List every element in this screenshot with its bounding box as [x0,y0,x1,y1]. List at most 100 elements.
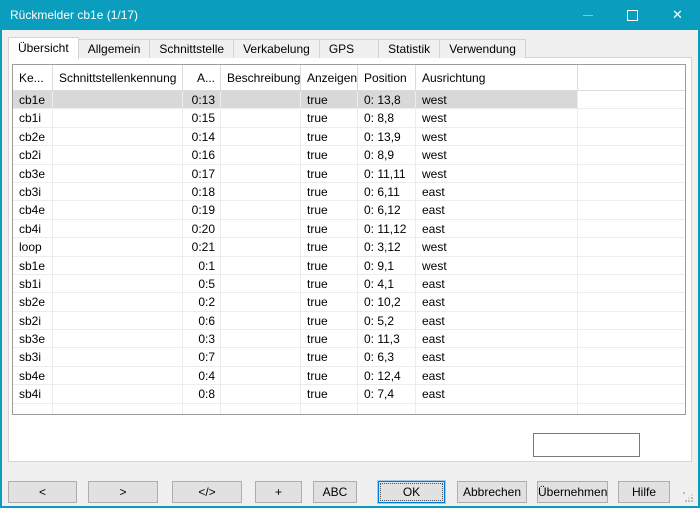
table-cell [53,165,183,183]
table-cell [221,293,301,311]
table-cell: true [301,257,358,275]
table-cell: east [416,183,578,201]
table-cell: 0:1 [183,257,221,275]
table-cell: true [301,165,358,183]
tab-allgemein[interactable]: Allgemein [78,39,151,58]
cancel-button[interactable]: Abbrechen [457,481,527,503]
table-cell: 0: 13,9 [358,128,416,146]
table-row[interactable]: cb4i0:20true0: 11,12east [13,220,685,238]
table-row[interactable]: cb3i0:18true0: 6,11east [13,183,685,201]
table-cell-filler [578,201,685,219]
table-cell-filler [578,330,685,348]
dialog-window: Rückmelder cb1e (1/17) ✕ ÜbersichtAllgem… [0,0,700,508]
close-button[interactable]: ✕ [655,0,700,30]
apply-button[interactable]: Übernehmen [537,481,608,503]
table-header: Ke...SchnittstellenkennungA...Beschreibu… [13,65,685,91]
documentation-input[interactable] [533,433,640,457]
abc-button[interactable]: ABC [313,481,357,503]
table-cell: 0: 3,12 [358,238,416,256]
table-cell: 0:20 [183,220,221,238]
table-row[interactable]: sb1i0:5true0: 4,1east [13,275,685,293]
table-cell: cb3e [13,165,53,183]
column-header[interactable]: Ke... [13,65,53,90]
ok-button[interactable]: OK [378,481,445,503]
table-cell: east [416,348,578,366]
table-row[interactable]: sb1e0:1true0: 9,1west [13,257,685,275]
table-cell: true [301,201,358,219]
table-cell: 0: 11,3 [358,330,416,348]
tab-statistik[interactable]: Statistik [378,39,440,58]
tab-uebersicht[interactable]: Übersicht [8,37,79,59]
table-cell: true [301,183,358,201]
table-cell: 0: 6,11 [358,183,416,201]
table-row[interactable]: sb2i0:6true0: 5,2east [13,312,685,330]
table-cell: 0:5 [183,275,221,293]
table-cell: sb1e [13,257,53,275]
table-cell [53,348,183,366]
table-row[interactable]: sb2e0:2true0: 10,2east [13,293,685,311]
table-cell-filler [578,146,685,164]
table-cell [53,183,183,201]
close-icon: ✕ [672,7,683,23]
table-cell-filler [578,385,685,403]
code-view-button[interactable]: </> [172,481,242,503]
table-cell: true [301,385,358,403]
table-cell: cb3i [13,183,53,201]
column-header[interactable]: Position [358,65,416,90]
table-cell: 0: 9,1 [358,257,416,275]
table-row[interactable]: sb3e0:3true0: 11,3east [13,330,685,348]
table-cell [53,367,183,385]
table-cell-filler [578,220,685,238]
tab-verwendung[interactable]: Verwendung [439,39,526,58]
table-cell [53,201,183,219]
table-cell [53,330,183,348]
next-button[interactable]: > [88,481,158,503]
table-cell [221,183,301,201]
table-row[interactable]: sb4i0:8true0: 7,4east [13,385,685,403]
help-button[interactable]: Hilfe [618,481,670,503]
window-title: Rückmelder cb1e (1/17) [0,8,138,22]
table-cell: 0:8 [183,385,221,403]
table-cell [416,404,578,415]
table-cell [53,312,183,330]
table-cell: true [301,367,358,385]
table-cell-filler [578,91,685,109]
table-cell: 0:6 [183,312,221,330]
title-bar[interactable]: Rückmelder cb1e (1/17) ✕ [0,0,700,30]
resize-grip-icon[interactable] [683,492,695,504]
minimize-icon [583,15,593,16]
table-row[interactable]: cb2i0:16true0: 8,9west [13,146,685,164]
table-cell: west [416,109,578,127]
tab-verkabelung[interactable]: Verkabelung [233,39,320,58]
table-cell: cb2e [13,128,53,146]
table-cell: 0: 6,3 [358,348,416,366]
table-row[interactable]: loop0:21true0: 3,12west [13,238,685,256]
column-header[interactable]: Schnittstellenkennung [53,65,183,90]
table-cell: true [301,348,358,366]
table-cell [221,128,301,146]
table-cell [221,220,301,238]
column-header[interactable]: Ausrichtung [416,65,578,90]
column-header[interactable]: Anzeigen [301,65,358,90]
table-row[interactable]: cb1e0:13true0: 13,8west [13,91,685,109]
table-row[interactable]: sb3i0:7true0: 6,3east [13,348,685,366]
minimize-button [565,0,610,30]
table-row[interactable]: cb3e0:17true0: 11,11west [13,165,685,183]
tab-schnittstelle[interactable]: Schnittstelle [149,39,234,58]
table-cell: west [416,146,578,164]
table-row[interactable]: sb4e0:4true0: 12,4east [13,367,685,385]
table-row[interactable]: cb1i0:15true0: 8,8west [13,109,685,127]
prev-button[interactable]: < [8,481,77,503]
maximize-button[interactable] [610,0,655,30]
column-header[interactable]: Beschreibung [221,65,301,90]
table-cell-filler [578,275,685,293]
table-row[interactable]: cb2e0:14true0: 13,9west [13,128,685,146]
tab-strip: ÜbersichtAllgemeinSchnittstelleVerkabelu… [8,36,525,58]
column-header-filler [578,65,685,90]
tab-gps[interactable]: GPS [319,39,379,58]
table-cell: 0: 8,9 [358,146,416,164]
add-button[interactable]: + [255,481,302,503]
column-header[interactable]: A... [183,65,221,90]
table-row[interactable]: cb4e0:19true0: 6,12east [13,201,685,219]
table-cell: west [416,165,578,183]
